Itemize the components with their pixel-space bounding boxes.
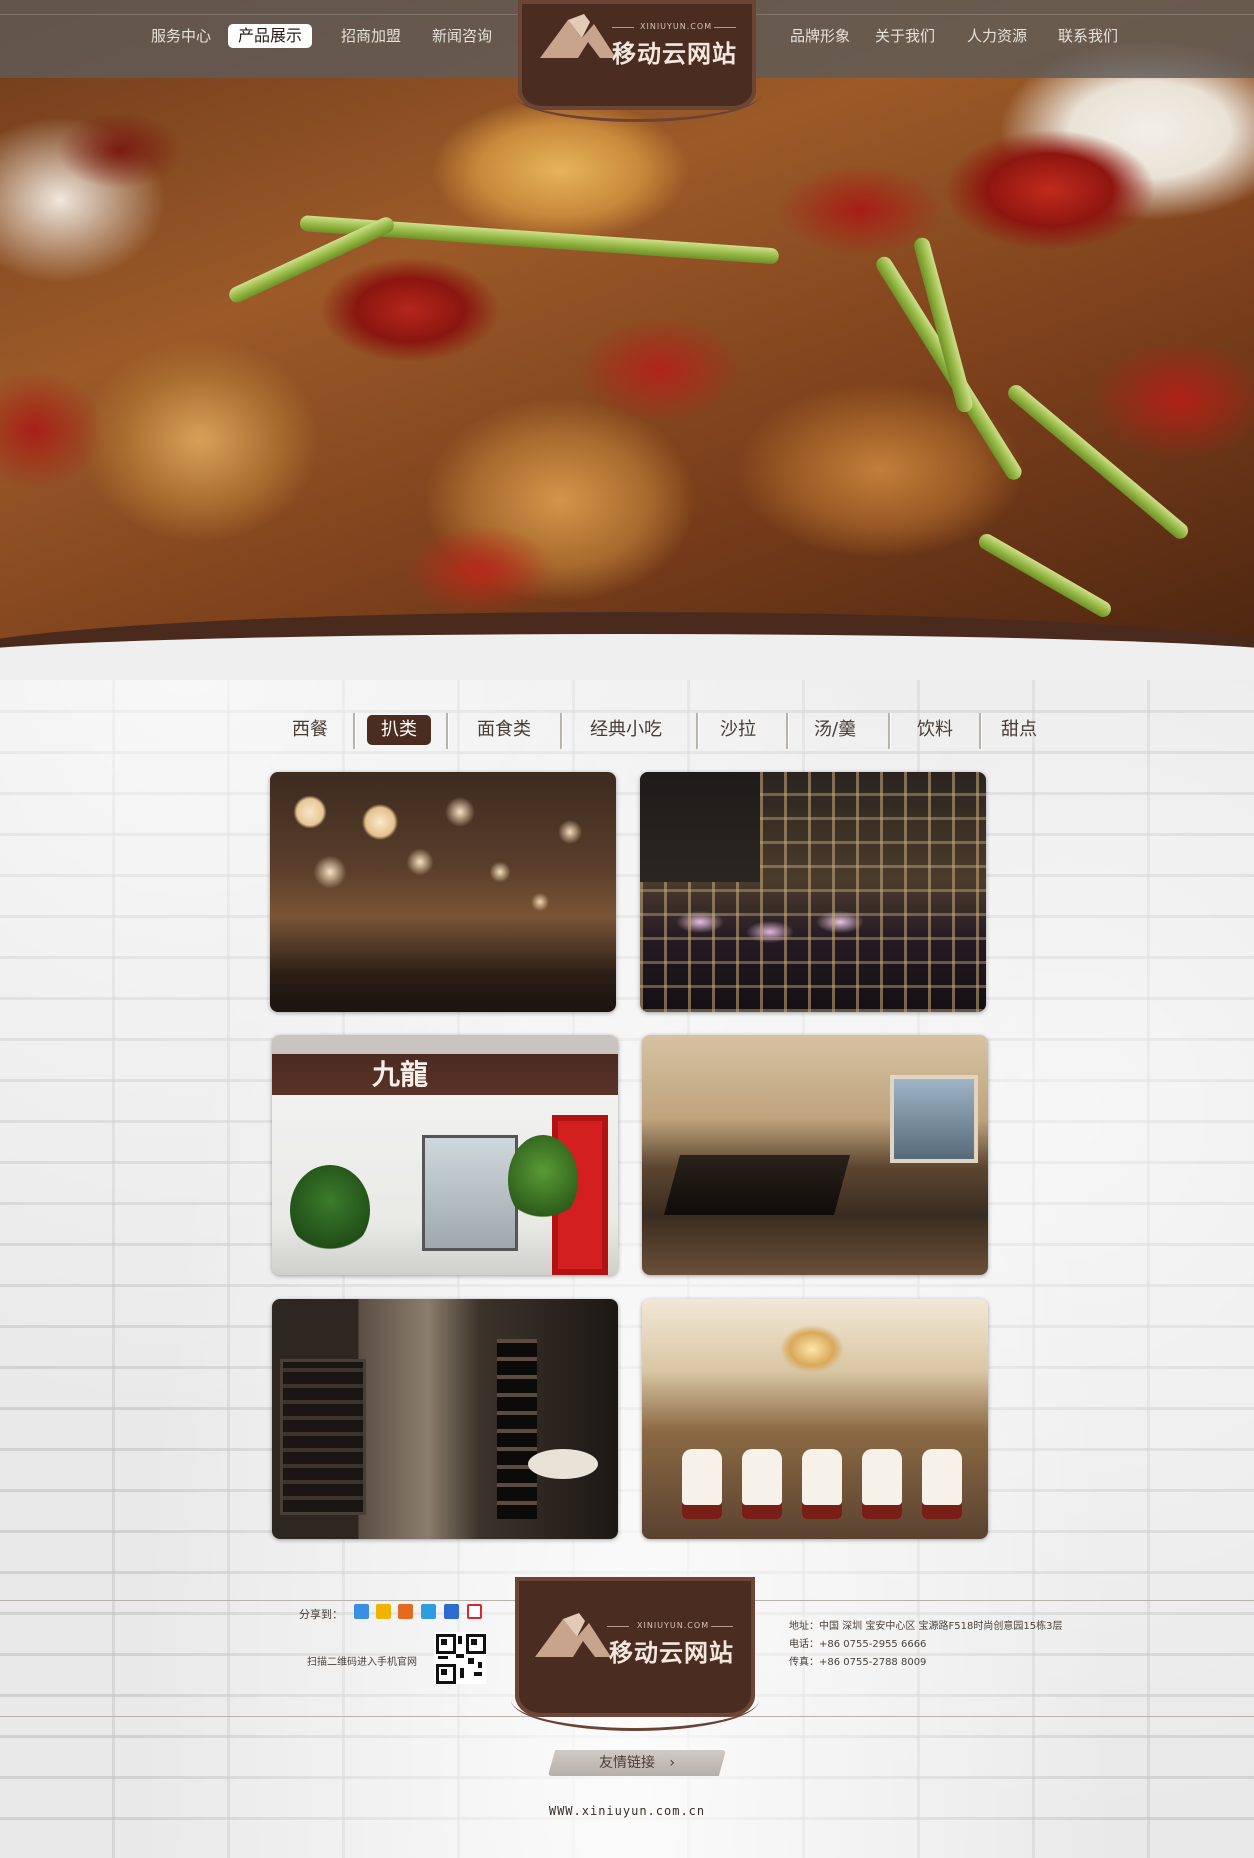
gallery-photo-storefront[interactable]: 九龍 [272,1035,618,1275]
weibo-icon[interactable] [467,1604,482,1619]
gallery-photo-banquet-hall[interactable] [642,1299,988,1539]
storefront-sign: 九龍 [372,1058,429,1091]
gallery-photo-wine-bar[interactable] [272,1299,618,1539]
gallery-photo-lattice-restaurant[interactable] [640,772,986,1012]
footer-logo[interactable]: XINIUYUN.COM 移动云网站 [511,1577,759,1731]
gallery-photo-lounge[interactable] [642,1035,988,1275]
gallery-photo-lantern-restaurant[interactable] [270,772,616,1012]
renren-icon[interactable] [444,1604,459,1619]
nav-item-service-center[interactable]: 服务中心 [151,24,211,48]
tab-desserts[interactable]: 甜点 [1001,713,1037,747]
tab-salad[interactable]: 沙拉 [720,713,756,747]
share-label: 分享到： [299,1608,343,1621]
contact-fax: 传真：+86 0755-2788 8009 [789,1657,927,1668]
header-logo[interactable]: XINIUYUN.COM 移动云网站 [512,0,762,122]
pengyou-icon[interactable] [421,1604,436,1619]
site-url[interactable]: WWW.xiniuyun.com.cn [0,1804,1254,1818]
friend-links-button[interactable]: 友情链接 › [548,1750,726,1776]
friend-links-label: 友情链接 [598,1755,655,1771]
tab-classic-snacks[interactable]: 经典小吃 [590,713,662,747]
tab-noodles[interactable]: 面食类 [477,713,531,747]
footer-logo-name: 移动云网站 [609,1639,734,1667]
qr-code [434,1632,486,1684]
logo-mark-icon [540,14,616,58]
rss-icon[interactable] [398,1604,413,1619]
logo-name: 移动云网站 [612,40,737,68]
tab-grill[interactable]: 扒类 [367,715,431,745]
tab-soup[interactable]: 汤/羹 [814,713,856,747]
category-tabs: 西餐 扒类 面食类 经典小吃 沙拉 汤/羹 饮料 甜点 [278,713,1068,749]
tab-western[interactable]: 西餐 [292,713,328,747]
nav-item-products[interactable]: 产品展示 [228,24,313,48]
favorite-icon[interactable] [376,1604,391,1619]
tab-drinks[interactable]: 饮料 [917,713,953,747]
qr-code-label: 扫描二维码进入手机官网 [307,1657,417,1668]
nav-item-franchise[interactable]: 招商加盟 [341,24,401,48]
contact-address: 地址：中国 深圳 宝安中心区 宝源路F518时尚创意园15栋3层 [789,1621,1063,1632]
footer-logo-domain-text: XINIUYUN.COM [637,1621,710,1630]
logo-domain-text: XINIUYUN.COM [640,22,713,31]
nav-item-about-us[interactable]: 关于我们 [875,24,935,48]
nav-item-contact[interactable]: 联系我们 [1058,24,1118,48]
nav-item-news[interactable]: 新闻咨询 [432,24,492,48]
footer-logo-mark-icon [535,1613,611,1657]
contact-phone: 电话：+86 0755-2955 6666 [789,1639,927,1650]
chevron-right-icon: › [669,1755,676,1771]
qq-space-icon[interactable] [354,1604,369,1619]
nav-item-hr[interactable]: 人力资源 [967,24,1027,48]
nav-item-brand-image[interactable]: 品牌形象 [790,24,850,48]
